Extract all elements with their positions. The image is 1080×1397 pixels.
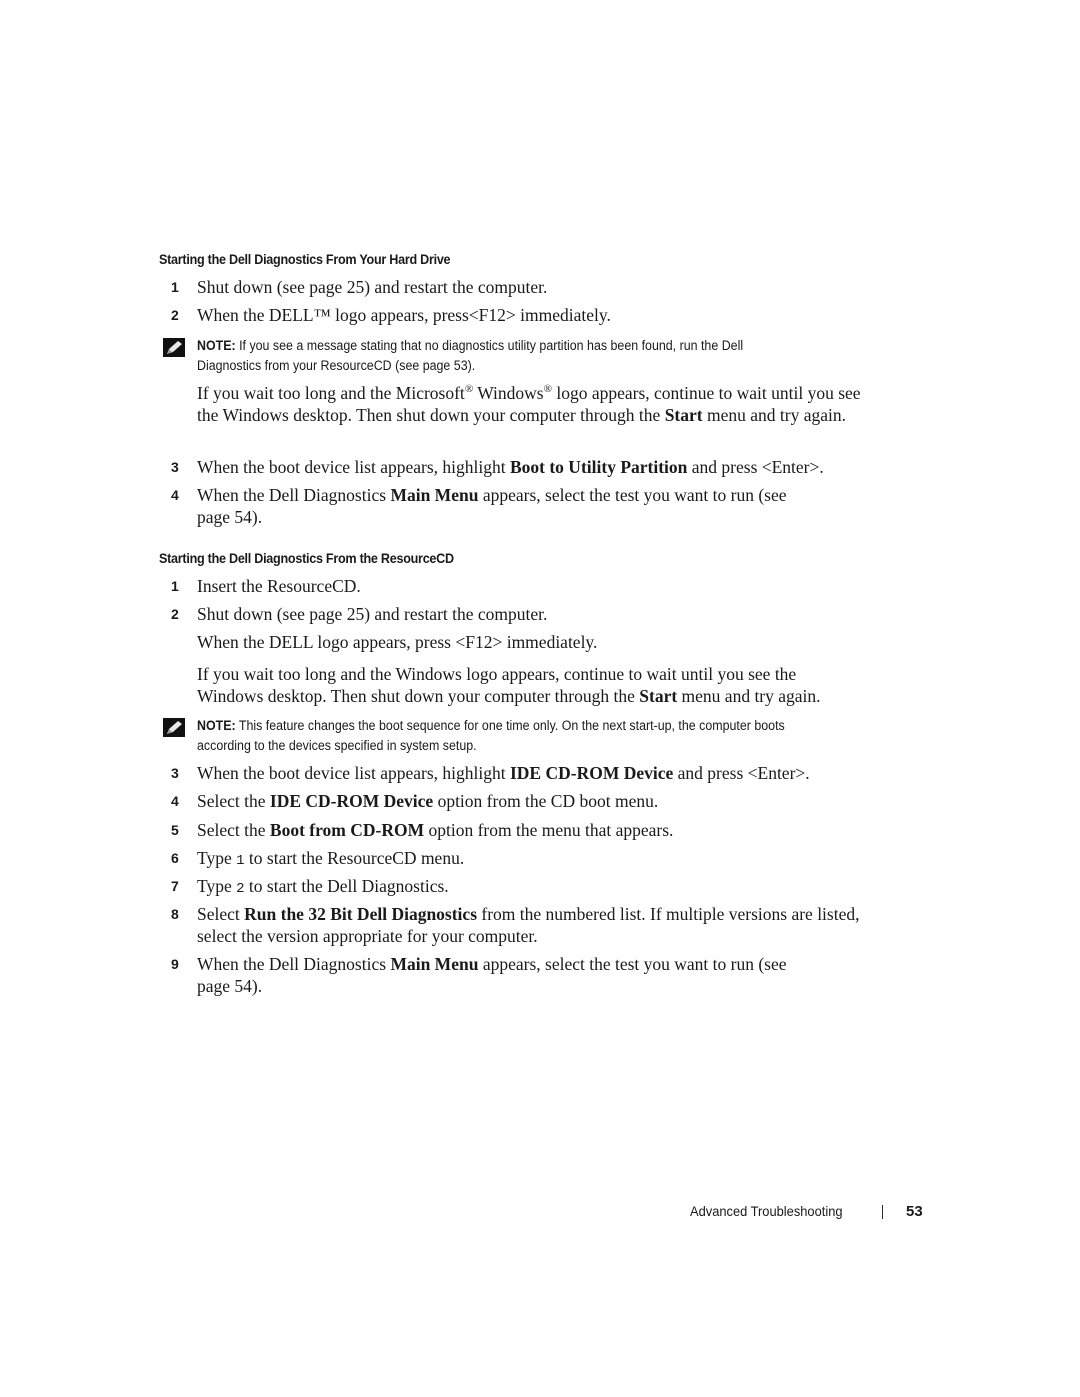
document-page: Starting the Dell Diagnostics From Your … [0,0,1080,1397]
step-number: 3 [171,765,179,781]
paragraph: If you wait too long and the Microsoft® … [197,383,862,426]
ui-term: Run the 32 Bit Dell Diagnostics [244,904,477,924]
step-number: 2 [171,307,179,323]
text-run: menu and try again. [702,404,846,425]
step-number: 1 [171,279,179,295]
footer-section-title: Advanced Troubleshooting [690,1203,843,1219]
text-run: and press <Enter>. [673,763,810,783]
text-run: Select [197,904,245,924]
text-run: menu and try again. [677,685,821,706]
step-number: 9 [171,956,179,972]
step-text: Shut down (see page 25) and restart the … [197,604,548,624]
ui-term: Start [639,685,678,706]
key-code: 2 [236,881,245,897]
text-run: Windows [473,383,544,403]
ui-term: Boot from CD-ROM [269,820,425,840]
text-run: Type [197,848,237,868]
page-footer: Advanced Troubleshooting 53 [690,1203,923,1220]
page-number: 53 [906,1203,923,1220]
section-heading-resourcecd: Starting the Dell Diagnostics From the R… [159,550,454,566]
text-run: option from the CD boot menu. [433,791,659,811]
text-run: If you wait too long and the Microsoft [197,383,465,403]
step-number: 2 [171,606,179,622]
step-number: 8 [171,906,179,922]
key-code: 1 [236,853,245,869]
step-number: 5 [171,822,179,838]
step-number: 3 [171,459,179,475]
text-run: When the boot device list appears, highl… [197,763,510,783]
ui-term: Main Menu [390,485,479,505]
step-number: 6 [171,850,179,866]
text-run: and press <Enter>. [687,457,824,477]
registered-mark: ® [464,383,474,396]
step-number: 4 [171,487,179,503]
ui-term: IDE CD-ROM Device [509,763,674,783]
section-heading-hard-drive: Starting the Dell Diagnostics From Your … [159,251,451,267]
text-run: Select the [197,791,270,811]
pencil-note-icon [163,338,185,357]
step-number: 7 [171,878,179,894]
step-text: When the DELL™ logo appears, press<F12> … [197,305,611,325]
note-label: NOTE: [197,718,236,733]
step-text: Insert the ResourceCD. [197,576,361,596]
text-run: Type [197,876,237,896]
ui-term: IDE CD-ROM Device [269,791,434,811]
registered-mark: ® [543,383,552,396]
step-number: 1 [171,578,179,594]
note-label: NOTE: [197,338,236,353]
text-run: When the Dell Diagnostics [197,485,391,505]
ui-term: Boot to Utility Partition [509,457,688,477]
text-run: Select the [197,820,270,840]
note-text: If you see a message stating that no dia… [197,338,744,373]
step-number: 4 [171,793,179,809]
paragraph: If you wait too long and the Windows log… [197,664,862,707]
text-run: When the boot device list appears, highl… [197,457,510,477]
paragraph: When the DELL logo appears, press <F12> … [197,632,598,652]
text-run: to start the Dell Diagnostics. [244,876,449,896]
pencil-note-icon [163,718,185,737]
step-text: Shut down (see page 25) and restart the … [197,277,548,297]
ui-term: Main Menu [390,954,479,974]
footer-divider [882,1205,883,1219]
note-text: This feature changes the boot sequence f… [197,718,785,753]
ui-term: Start [664,404,703,425]
text-run: When the Dell Diagnostics [197,954,391,974]
text-run: to start the ResourceCD menu. [244,848,465,868]
text-run: option from the menu that appears. [424,820,674,840]
